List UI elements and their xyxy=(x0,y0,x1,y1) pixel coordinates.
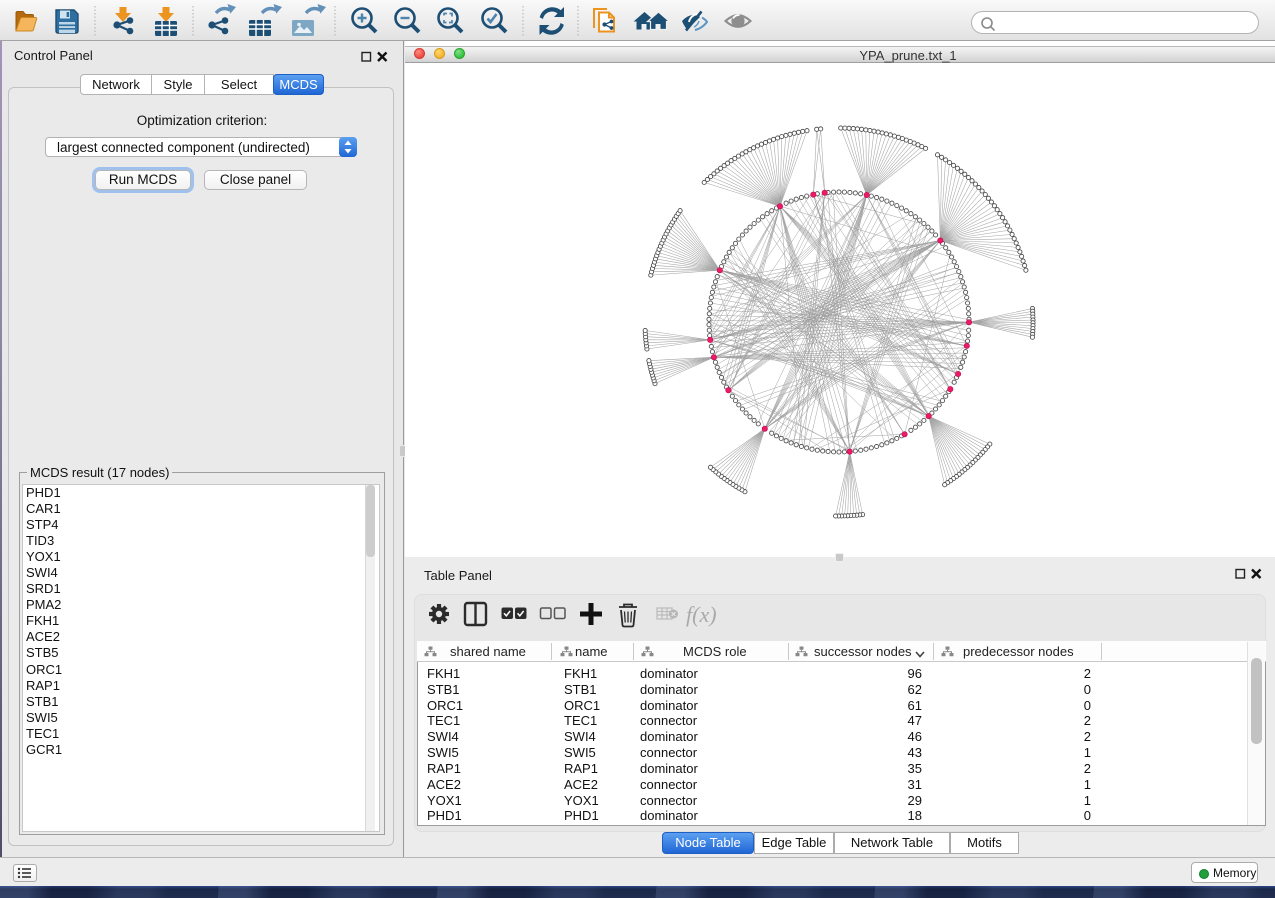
svg-text:f(x): f(x) xyxy=(686,602,717,627)
